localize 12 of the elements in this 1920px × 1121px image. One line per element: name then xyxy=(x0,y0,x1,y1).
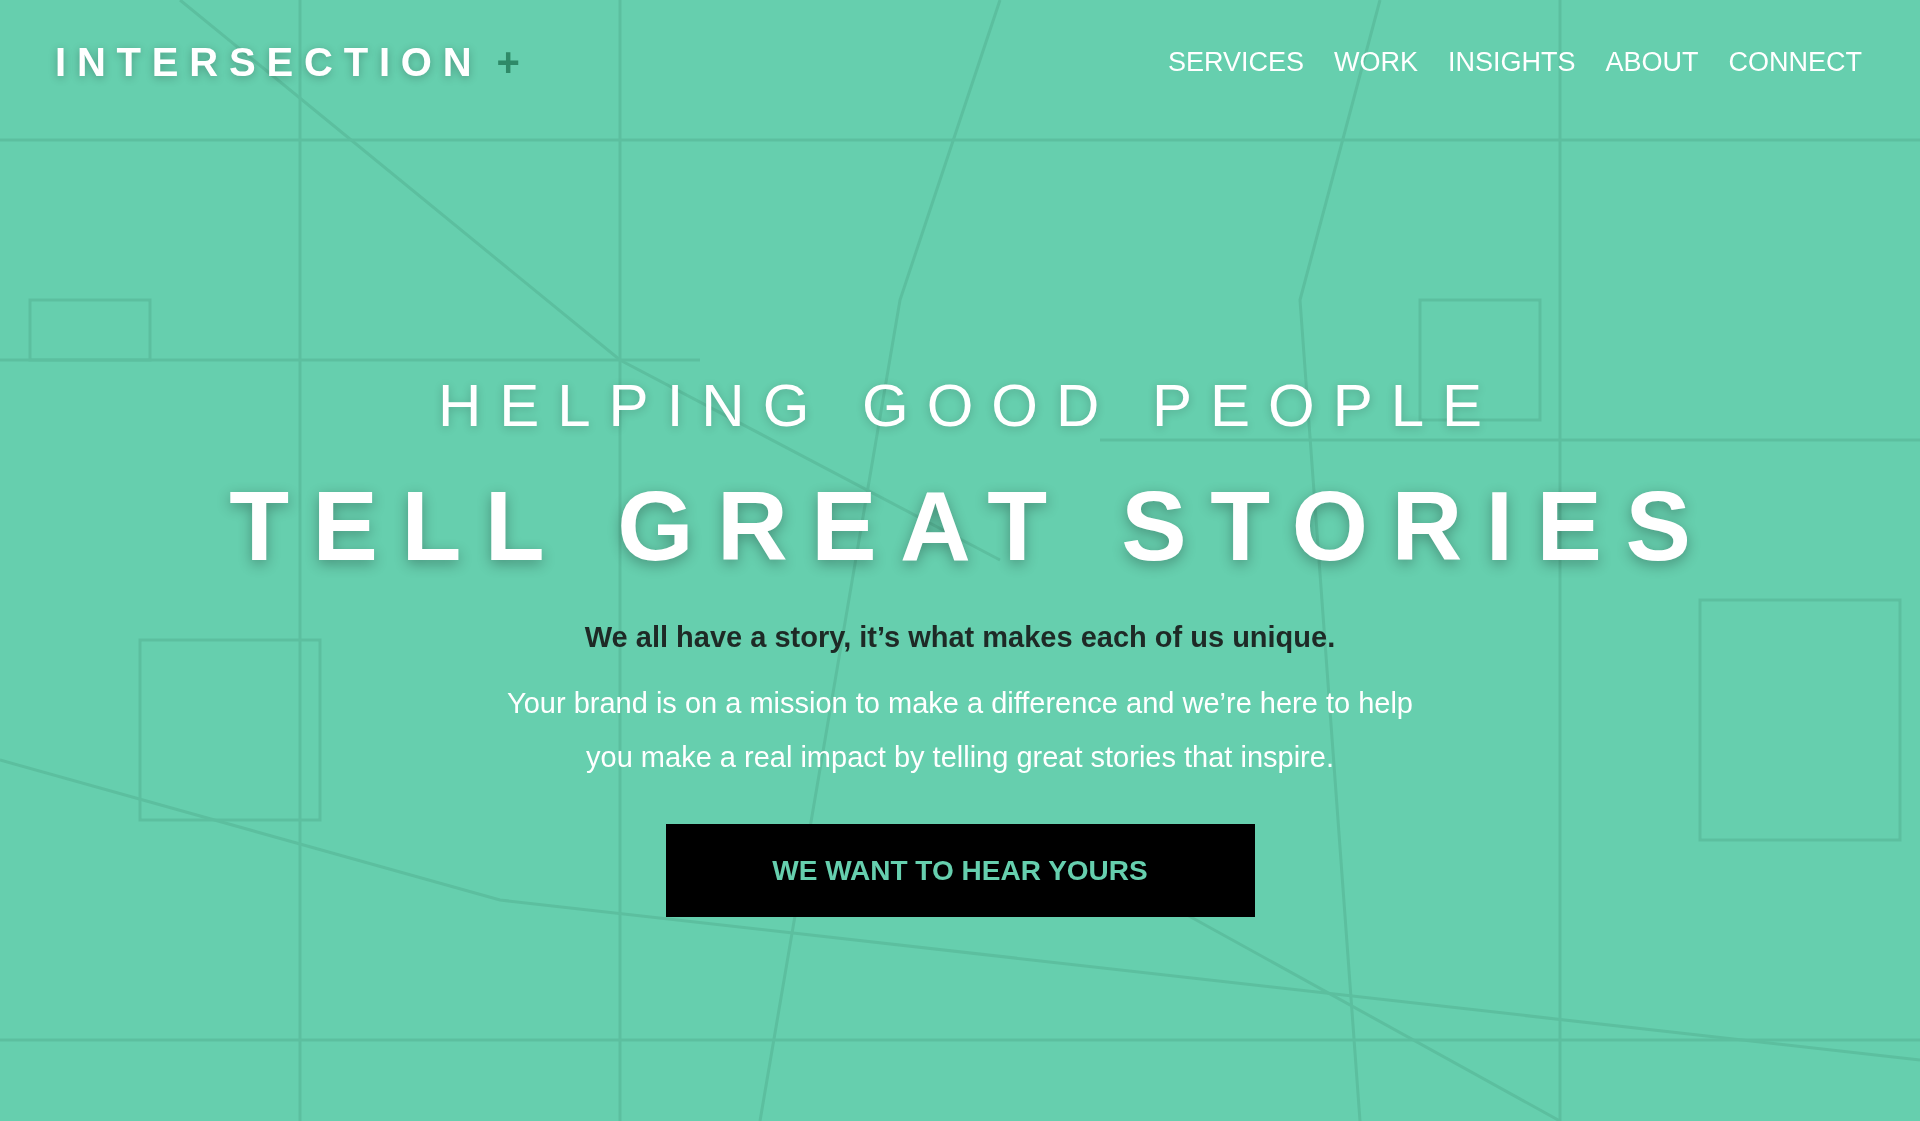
hero-title: TELL GREAT STORIES xyxy=(229,470,1715,583)
hero-eyebrow: HELPING GOOD PEOPLE xyxy=(437,371,1501,440)
nav-link[interactable]: ABOUT xyxy=(1605,47,1699,78)
nav-link[interactable]: SERVICES xyxy=(1167,47,1304,78)
cta-button[interactable]: WE WANT TO HEAR YOURS xyxy=(665,824,1255,917)
nav-link[interactable]: WORK xyxy=(1333,47,1418,78)
nav-link[interactable]: INSIGHTS xyxy=(1447,47,1576,78)
hero-lead: We all have a story, it’s what makes each of us unique. xyxy=(584,621,1336,654)
hero-body: Your brand is on a mission to make a difference and we’re here to help you make a real impact by telling great stories that inspire. xyxy=(506,686,1414,775)
logo[interactable]: INTERSECTION xyxy=(55,40,483,85)
nav-link[interactable]: CONNECT xyxy=(1728,47,1862,78)
logo-plus-mark: + xyxy=(496,40,520,85)
